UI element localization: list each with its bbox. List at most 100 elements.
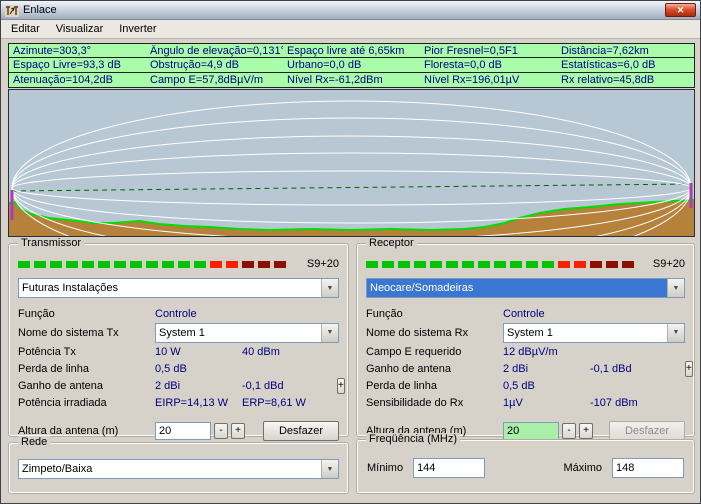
stats-row-3: Atenuação=104,2dB Campo E=57,8dBµV/m Nív… [9,73,694,87]
frequency-panel: Freqüência (MHz) Mínimo Máximo [356,439,695,494]
stat-rx-level-uv: Nível Rx=196,01µV [420,74,557,86]
rx-sensitivity-dbm: -107 dBm [590,397,685,409]
tx-site-combo[interactable]: Futuras Instalações ▼ [18,278,339,298]
chevron-down-icon[interactable]: ▼ [321,460,338,478]
network-panel: Rede Zimpeto/Baixa ▼ [8,442,349,494]
rx-height-decrease-button[interactable]: - [562,423,576,439]
tx-role-value: Controle [155,308,197,320]
tx-signal-meter [18,261,295,268]
freq-min-label: Mínimo [367,462,403,474]
stat-azimute: Azimute=303,3° [9,45,146,57]
tx-antenna-options-button[interactable]: + [337,378,345,394]
stat-obstruction: Obstrução=4,9 dB [146,59,283,71]
rx-lineloss-value: 0,5 dB [503,380,590,392]
tx-power-dbm: 40 dBm [242,346,337,358]
stat-statistics: Estatísticas=6,0 dB [557,59,694,71]
tx-height-increase-button[interactable]: + [231,423,245,439]
tx-power-label: Potência Tx [18,346,155,358]
titlebar: Enlace ✕ [1,1,700,20]
rx-system-label: Nome do sistema Rx [366,327,503,339]
stat-rx-level-dbm: Nível Rx=-61,2dBm [283,74,420,86]
rx-undo-button: Desfazer [609,421,685,441]
stat-worst-fresnel: Pior Fresnel=0,5F1 [420,45,557,57]
rx-role-value: Controle [503,308,545,320]
rx-smeter-row: S9+20 [366,258,685,270]
tx-smeter-label: S9+20 [307,258,339,270]
chevron-down-icon[interactable]: ▼ [321,279,338,297]
rx-site-combo[interactable]: Neocare/Somadeiras ▼ [366,278,685,298]
network-panel-title: Rede [18,436,50,449]
tx-system-label: Nome do sistema Tx [18,327,155,339]
stat-free-space-range: Espaço livre até 6,65km [283,45,420,57]
frequency-panel-title: Freqüência (MHz) [366,433,460,446]
rx-system-value: System 1 [504,324,667,342]
freq-min-input[interactable] [413,458,485,478]
rx-sensitivity-uv: 1µV [503,397,590,409]
rx-height-increase-button[interactable]: + [579,423,593,439]
rx-site-value: Neocare/Somadeiras [367,279,667,297]
tx-eirp-value: EIRP=14,13 W [155,397,242,409]
rx-lineloss-label: Perda de linha [366,380,503,392]
rx-role-label: Função [366,308,503,320]
rx-gain-label: Ganho de antena [366,363,503,375]
tx-smeter-row: S9+20 [18,258,339,270]
chevron-down-icon[interactable]: ▼ [321,324,338,342]
stat-forest: Floresta=0,0 dB [420,59,557,71]
stat-rx-relative: Rx relativo=45,8dB [557,74,694,86]
rx-system-combo[interactable]: System 1 ▼ [503,323,685,343]
rx-signal-meter [366,261,641,268]
freq-max-label: Máximo [563,462,602,474]
stat-elevation-angle: Ângulo de elevação=0,131° [146,45,283,57]
enlace-window: Enlace ✕ Editar Visualizar Inverter Azim… [0,0,701,504]
transmitter-panel: Transmissor S9+20 Futuras Instalações ▼ … [8,243,349,437]
receiver-panel-title: Receptor [366,237,417,250]
tx-system-value: System 1 [156,324,321,342]
chevron-down-icon[interactable]: ▼ [667,324,684,342]
tx-height-decrease-button[interactable]: - [214,423,228,439]
tx-role-label: Função [18,308,155,320]
menu-visualizar[interactable]: Visualizar [48,21,112,37]
link-stats-panel: Azimute=303,3° Ângulo de elevação=0,131°… [8,43,695,88]
tx-antenna-height-input[interactable] [155,422,211,440]
tx-undo-button[interactable]: Desfazer [263,421,339,441]
stat-free-space-loss: Espaço Livre=93,3 dB [9,59,146,71]
tx-antenna-height-label: Altura da antena (m) [18,425,155,437]
rx-smeter-label: S9+20 [653,258,685,270]
transmitter-panel-title: Transmissor [18,237,84,250]
stat-attenuation: Atenuação=104,2dB [9,74,146,86]
tx-lineloss-label: Perda de linha [18,363,155,375]
terrain-profile-view [8,89,695,237]
frequency-row: Mínimo Máximo [367,458,684,478]
tx-power-watts: 10 W [155,346,242,358]
rx-antenna-options-button[interactable]: + [685,361,693,377]
rx-gain-dbd: -0,1 dBd [590,363,685,375]
tx-site-value: Futuras Instalações [19,279,321,297]
stats-row-2: Espaço Livre=93,3 dB Obstrução=4,9 dB Ur… [9,58,694,72]
stat-distance: Distância=7,62km [557,45,694,57]
window-title: Enlace [23,4,665,16]
tx-gain-dbi: 2 dBi [155,380,242,392]
rx-efield-value: 12 dBµV/m [503,346,590,358]
tx-lineloss-value: 0,5 dB [155,363,242,375]
network-value: Zimpeto/Baixa [19,460,321,478]
stat-urban: Urbano=0,0 dB [283,59,420,71]
tx-system-combo[interactable]: System 1 ▼ [155,323,339,343]
close-icon[interactable]: ✕ [665,3,696,17]
profile-svg [9,90,694,236]
menu-inverter[interactable]: Inverter [111,21,164,37]
tx-radiated-label: Potência irradiada [18,397,155,409]
rx-sensitivity-label: Sensibilidade do Rx [366,397,503,409]
tx-gain-label: Ganho de antena [18,380,155,392]
menu-editar[interactable]: Editar [3,21,48,37]
tx-gain-dbd: -0,1 dBd [242,380,337,392]
stats-row-1: Azimute=303,3° Ângulo de elevação=0,131°… [9,44,694,58]
chevron-down-icon[interactable]: ▼ [667,279,684,297]
app-icon [5,4,19,16]
menubar: Editar Visualizar Inverter [1,20,700,39]
freq-max-input[interactable] [612,458,684,478]
rx-efield-label: Campo E requerido [366,346,503,358]
network-combo[interactable]: Zimpeto/Baixa ▼ [18,459,339,479]
rx-antenna-height-input[interactable] [503,422,559,440]
receiver-panel: Receptor S9+20 Neocare/Somadeiras ▼ Funç… [356,243,695,437]
tx-erp-value: ERP=8,61 W [242,397,337,409]
